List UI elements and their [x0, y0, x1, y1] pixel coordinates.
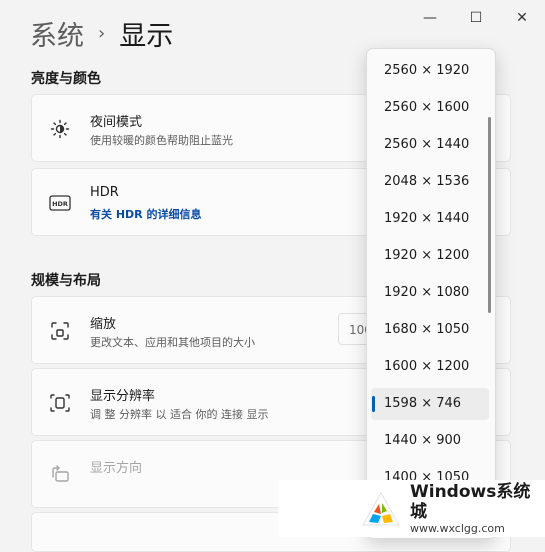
window-controls: — ☐ ✕ [407, 0, 545, 36]
watermark-title: Windows系统城 [410, 481, 531, 522]
resolution-icon [48, 393, 72, 413]
resolution-option[interactable]: 1600 × 1200 [371, 351, 489, 383]
close-icon: ✕ [516, 10, 528, 26]
minimize-icon: — [423, 10, 437, 26]
night-light-title: 夜间模式 [90, 115, 143, 130]
resolution-option[interactable]: 2560 × 1440 [371, 129, 489, 161]
resolution-option[interactable]: 1440 × 900 [371, 425, 489, 457]
hdr-info-link[interactable]: 有关 HDR 的详细信息 [90, 206, 201, 222]
orientation-icon [48, 465, 72, 485]
section-heading-brightness: 亮度与颜色 [31, 71, 101, 87]
breadcrumb: 系统 › 显示 [30, 14, 173, 53]
scale-icon [48, 321, 72, 341]
resolution-option-selected[interactable]: 1598 × 746 [371, 388, 489, 420]
resolution-option[interactable]: 2560 × 1920 [371, 55, 489, 87]
scale-subtitle: 更改文本、应用和其他项目的大小 [90, 336, 255, 349]
svg-text:HDR: HDR [52, 200, 68, 208]
section-heading-scale-layout: 规模与布局 [31, 273, 101, 289]
maximize-icon: ☐ [469, 10, 483, 26]
scale-title: 缩放 [90, 317, 117, 332]
breadcrumb-parent-system[interactable]: 系统 [30, 14, 84, 53]
resolution-subtitle: 调 整 分辨率 以 适合 你的 连接 显示 [90, 408, 269, 421]
selection-indicator [372, 396, 375, 412]
watermark: Windows系统城 www.wxclgg.com [278, 480, 545, 537]
resolution-option[interactable]: 1920 × 1440 [371, 203, 489, 235]
resolution-option[interactable]: 1920 × 1200 [371, 240, 489, 272]
resolution-option[interactable]: 1920 × 1080 [371, 277, 489, 309]
hdr-icon: HDR [48, 193, 72, 213]
hdr-title: HDR [90, 185, 119, 200]
resolution-option[interactable]: 1680 × 1050 [371, 314, 489, 346]
orientation-title: 显示方向 [90, 461, 143, 476]
resolution-title: 显示分辨率 [90, 389, 156, 404]
resolution-option[interactable]: 2048 × 1536 [371, 166, 489, 198]
page-title: 显示 [119, 21, 174, 52]
close-button[interactable]: ✕ [499, 0, 545, 36]
minimize-button[interactable]: — [407, 0, 453, 36]
resolution-dropdown-list[interactable]: 2560 × 1920 2560 × 1600 2560 × 1440 2048… [366, 48, 496, 539]
maximize-button[interactable]: ☐ [453, 0, 499, 36]
chevron-right-icon: › [98, 23, 106, 44]
watermark-url: www.wxclgg.com [410, 521, 505, 535]
brightness-icon [48, 119, 72, 139]
selected-resolution-label: 1598 × 746 [384, 396, 462, 411]
night-light-subtitle: 使用较暖的颜色帮助阻止蓝光 [90, 134, 233, 147]
windows-logo-icon [360, 490, 402, 528]
dropdown-scrollbar[interactable] [488, 117, 491, 313]
resolution-option[interactable]: 2560 × 1600 [371, 92, 489, 124]
